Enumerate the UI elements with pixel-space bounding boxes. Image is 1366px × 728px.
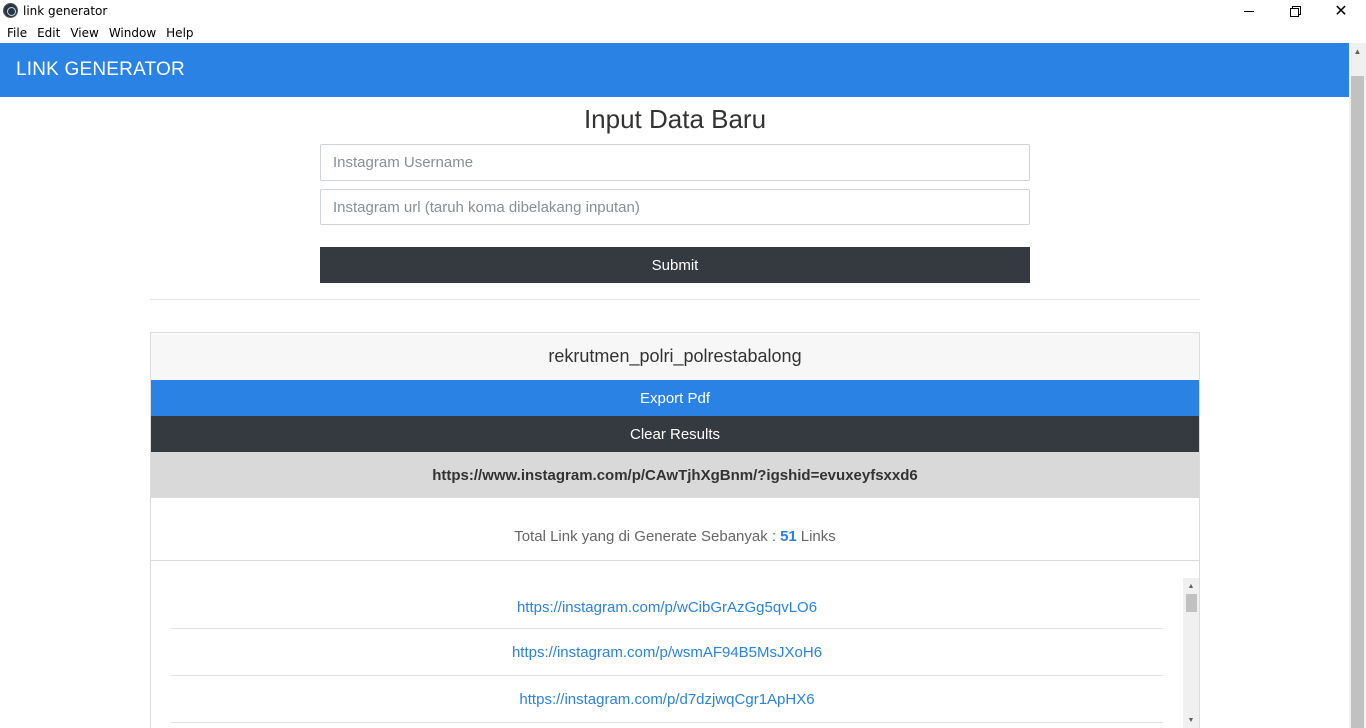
menu-view[interactable]: View xyxy=(65,26,103,40)
export-pdf-button[interactable]: Export Pdf xyxy=(151,380,1199,416)
list-item: https://instagram.com/p/wsmAF94B5MsJXoH6 xyxy=(171,629,1163,676)
window-title: link generator xyxy=(23,4,108,18)
total-suffix: Links xyxy=(800,527,836,545)
total-prefix: Total Link yang di Generate Sebanyak : xyxy=(514,527,777,545)
page-scrollbar-thumb[interactable] xyxy=(1351,76,1364,728)
section-divider xyxy=(150,299,1200,300)
total-count: 51 xyxy=(780,527,797,545)
page-scrollbar[interactable]: ▲ xyxy=(1349,43,1366,728)
username-input[interactable] xyxy=(320,144,1030,181)
links-scrollbar-thumb[interactable] xyxy=(1186,594,1197,612)
links-list: https://instagram.com/p/wCibGrAzGg5qvLO6… xyxy=(171,577,1163,723)
clear-results-button[interactable]: Clear Results xyxy=(151,416,1199,452)
links-scrollbar[interactable]: ▲ ▼ xyxy=(1183,578,1199,728)
url-input[interactable] xyxy=(320,189,1030,225)
close-button[interactable]: ✕ xyxy=(1318,0,1364,22)
total-links-summary: Total Link yang di Generate Sebanyak : 5… xyxy=(151,498,1199,561)
form-title: Input Data Baru xyxy=(583,104,767,134)
links-list-container: https://instagram.com/p/wCibGrAzGg5qvLO6… xyxy=(151,562,1199,728)
submit-button[interactable]: Submit xyxy=(320,247,1030,283)
electron-icon xyxy=(3,3,18,18)
menubar: File Edit View Window Help xyxy=(0,22,1366,43)
menu-edit[interactable]: Edit xyxy=(32,26,65,40)
scroll-up-arrow-icon[interactable]: ▲ xyxy=(1349,43,1366,60)
restore-icon xyxy=(1290,6,1301,17)
result-username: rekrutmen_polri_polrestabalong xyxy=(151,333,1199,380)
menu-help[interactable]: Help xyxy=(161,26,198,40)
scroll-down-arrow-icon[interactable]: ▼ xyxy=(1183,712,1199,728)
minimize-button[interactable] xyxy=(1226,0,1272,22)
generated-link[interactable]: https://instagram.com/p/wsmAF94B5MsJXoH6 xyxy=(512,644,822,661)
generated-link[interactable]: https://instagram.com/p/d7dzjwqCgr1ApHX6 xyxy=(519,691,814,708)
minimize-icon xyxy=(1244,10,1254,12)
app-header: LINK GENERATOR xyxy=(0,43,1349,97)
window-titlebar: link generator ✕ xyxy=(0,0,1366,22)
restore-button[interactable] xyxy=(1272,0,1318,22)
generated-link[interactable]: https://instagram.com/p/wCibGrAzGg5qvLO6 xyxy=(517,599,817,616)
close-icon: ✕ xyxy=(1334,1,1348,20)
scroll-up-arrow-icon[interactable]: ▲ xyxy=(1183,578,1199,594)
app-title: LINK GENERATOR xyxy=(16,59,185,80)
source-url: https://www.instagram.com/p/CAwTjhXgBnm/… xyxy=(151,452,1199,498)
results-card: rekrutmen_polri_polrestabalong Export Pd… xyxy=(150,332,1200,728)
list-item: https://instagram.com/p/wCibGrAzGg5qvLO6 xyxy=(171,577,1163,629)
menu-file[interactable]: File xyxy=(2,26,32,40)
menu-window[interactable]: Window xyxy=(104,26,161,40)
list-item: https://instagram.com/p/d7dzjwqCgr1ApHX6 xyxy=(171,676,1163,723)
